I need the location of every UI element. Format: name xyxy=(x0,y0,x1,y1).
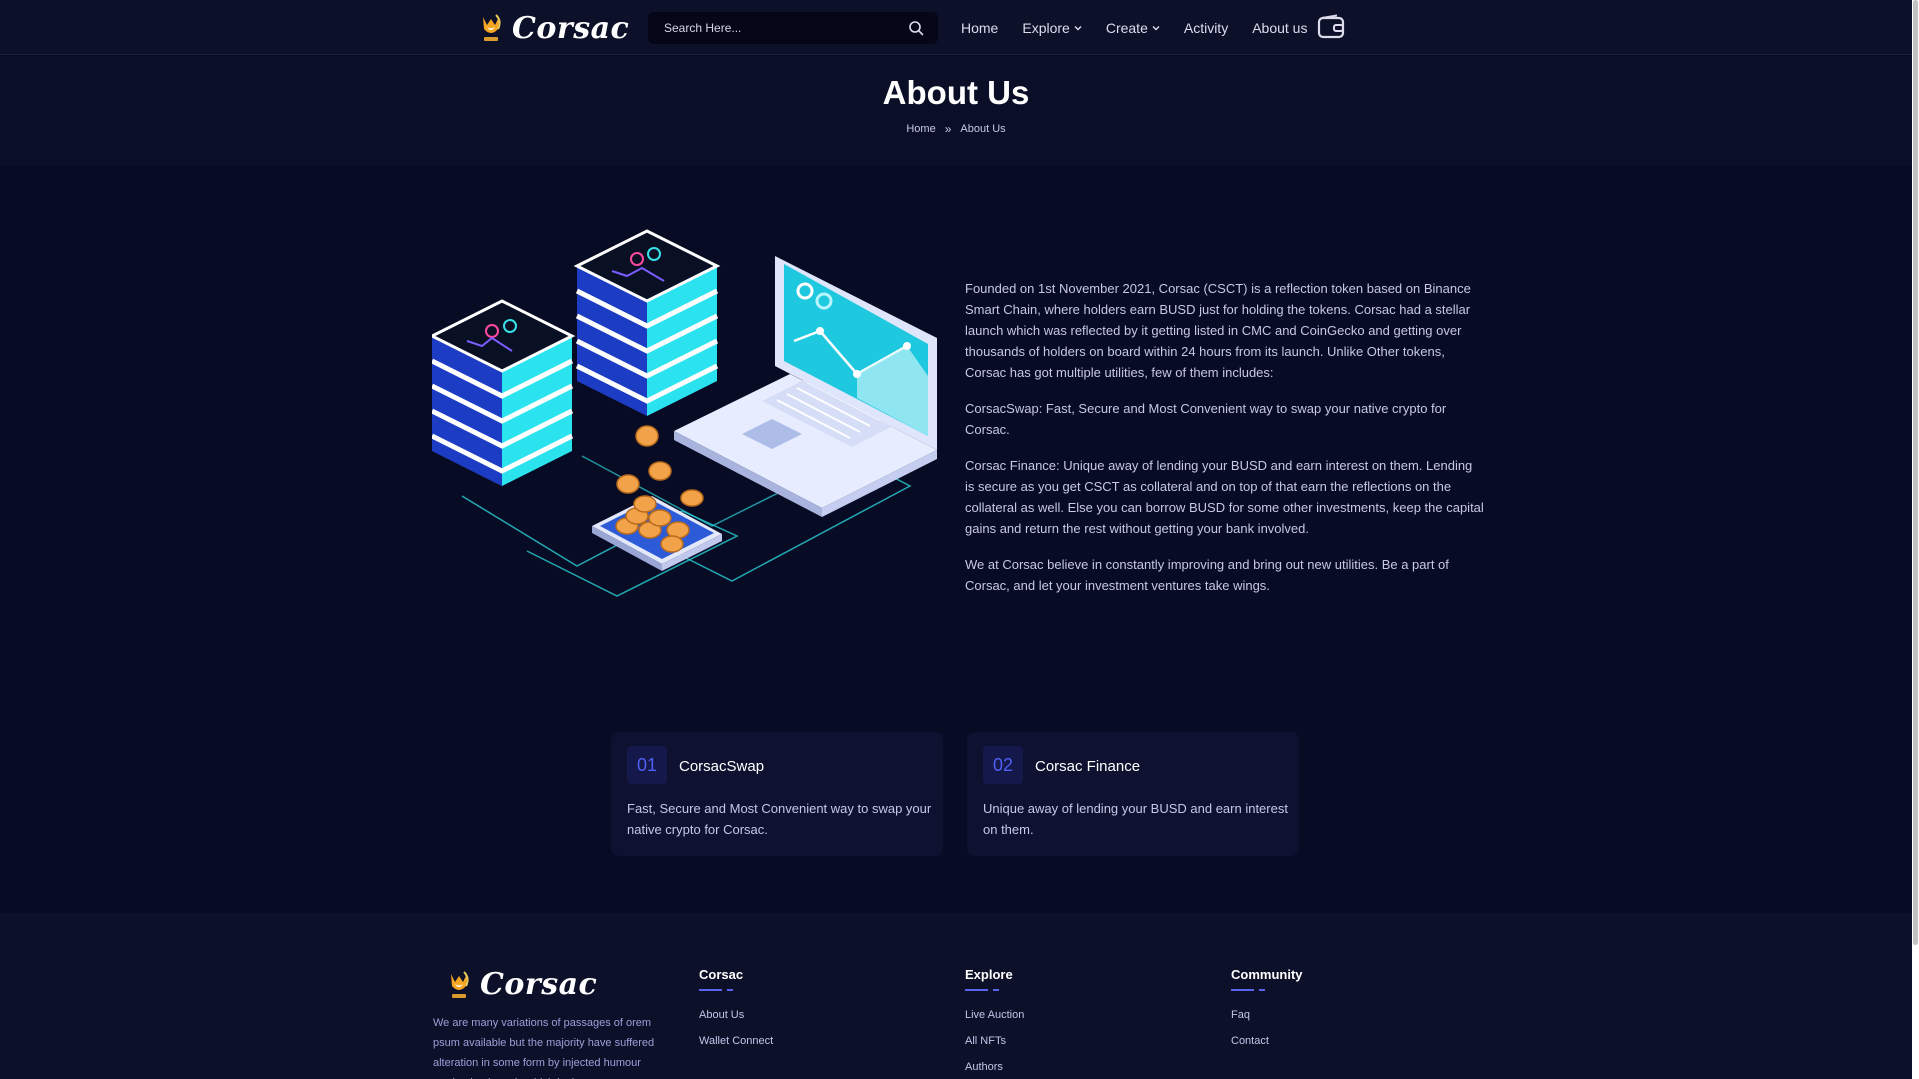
card-description: Unique away of lending your BUSD and ear… xyxy=(983,801,1288,837)
search-box xyxy=(648,12,938,44)
footer-link-authors[interactable]: Authors xyxy=(965,1061,1024,1073)
card-number: 02 xyxy=(983,746,1023,784)
isometric-crypto-illustration xyxy=(432,229,937,597)
about-paragraph: We at Corsac believe in constantly impro… xyxy=(965,557,1449,593)
footer-column-explore: Explore Live Auction All NFTs Authors xyxy=(965,967,1024,1073)
footer-column-corsac: Corsac About Us Wallet Connect xyxy=(699,967,773,1047)
search-icon[interactable] xyxy=(908,20,924,36)
main-content: Founded on 1st November 2021, Corsac (CS… xyxy=(0,166,1912,913)
page-title: About Us xyxy=(882,74,1030,111)
nav-create[interactable]: Create xyxy=(1106,20,1160,36)
nav-explore[interactable]: Explore xyxy=(1022,19,1082,36)
footer-logo-text: Corsac xyxy=(480,967,598,1002)
feature-card-corsacswap: 01 CorsacSwap Fast, Secure and Most Conv… xyxy=(611,732,943,856)
card-description: Fast, Secure and Most Convenient way to … xyxy=(627,801,932,837)
footer-column-title: Community xyxy=(1231,967,1303,982)
about-description: Founded on 1st November 2021, Corsac (CS… xyxy=(965,278,1485,611)
nav-home[interactable]: Home xyxy=(961,20,998,36)
site-footer: Corsac We are many variations of passage… xyxy=(0,913,1912,1079)
nav-activity-label: Activity xyxy=(1183,19,1229,36)
page-title-section: About Us Home » About Us xyxy=(0,56,1912,166)
footer-link-wallet-connect[interactable]: Wallet Connect xyxy=(699,1035,773,1047)
card-number: 01 xyxy=(627,746,667,784)
breadcrumb-home-link[interactable]: Home xyxy=(906,123,935,135)
about-paragraph: Corsac Finance: Unique away of lending y… xyxy=(965,458,1484,536)
footer-link-contact[interactable]: Contact xyxy=(1231,1035,1303,1047)
about-paragraph: Founded on 1st November 2021, Corsac (CS… xyxy=(965,281,1471,380)
title-underline xyxy=(965,989,999,991)
footer-column-community: Community Faq Contact xyxy=(1231,967,1303,1047)
search-input[interactable] xyxy=(648,12,888,44)
title-underline xyxy=(1231,989,1265,991)
footer-about-text: We are many variations of passages of or… xyxy=(433,1017,655,1079)
site-logo[interactable]: Corsac xyxy=(476,10,629,46)
breadcrumb-current: About Us xyxy=(960,123,1006,135)
scrollbar-thumb[interactable] xyxy=(1913,0,1918,945)
footer-link-about-us[interactable]: About Us xyxy=(699,1009,773,1021)
feature-card-corsac-finance: 02 Corsac Finance Unique away of lending… xyxy=(967,732,1299,856)
breadcrumb: Home » About Us xyxy=(0,122,1912,136)
card-title: CorsacSwap xyxy=(679,758,765,775)
fox-logo-icon xyxy=(451,970,469,998)
nav-about-us[interactable]: About us xyxy=(1252,20,1307,36)
footer-column-title: Explore xyxy=(965,967,1013,982)
footer-link-faq[interactable]: Faq xyxy=(1231,1009,1303,1021)
server-stack-right xyxy=(573,229,721,416)
nav-create-label: Create xyxy=(1105,19,1148,36)
title-underline xyxy=(699,989,733,991)
card-title: Corsac Finance xyxy=(1035,758,1141,775)
nav-explore-label: Explore xyxy=(1022,19,1070,36)
nav-home-label: Home xyxy=(961,19,999,36)
logo-text: Corsac xyxy=(512,10,630,46)
footer-column-title: Corsac xyxy=(699,967,744,982)
chevron-down-icon xyxy=(1074,25,1082,30)
site-header: Corsac Home Explore Create Activity Abou… xyxy=(0,0,1912,55)
server-stack-left xyxy=(432,299,576,486)
about-paragraph: CorsacSwap: Fast, Secure and Most Conven… xyxy=(965,401,1447,437)
main-nav: Home Explore Create Activity About us xyxy=(961,0,1331,55)
wallet-icon[interactable] xyxy=(1317,14,1345,40)
nav-activity[interactable]: Activity xyxy=(1184,20,1228,36)
footer-link-live-auction[interactable]: Live Auction xyxy=(965,1009,1024,1021)
breadcrumb-separator-icon: » xyxy=(944,122,952,136)
page-scrollbar[interactable] xyxy=(1912,0,1919,1079)
fox-logo-icon xyxy=(483,14,501,41)
footer-logo[interactable]: Corsac xyxy=(444,967,597,1002)
chevron-down-icon xyxy=(1152,25,1160,30)
nav-about-us-label: About us xyxy=(1252,19,1308,36)
footer-link-all-nfts[interactable]: All NFTs xyxy=(965,1035,1024,1047)
